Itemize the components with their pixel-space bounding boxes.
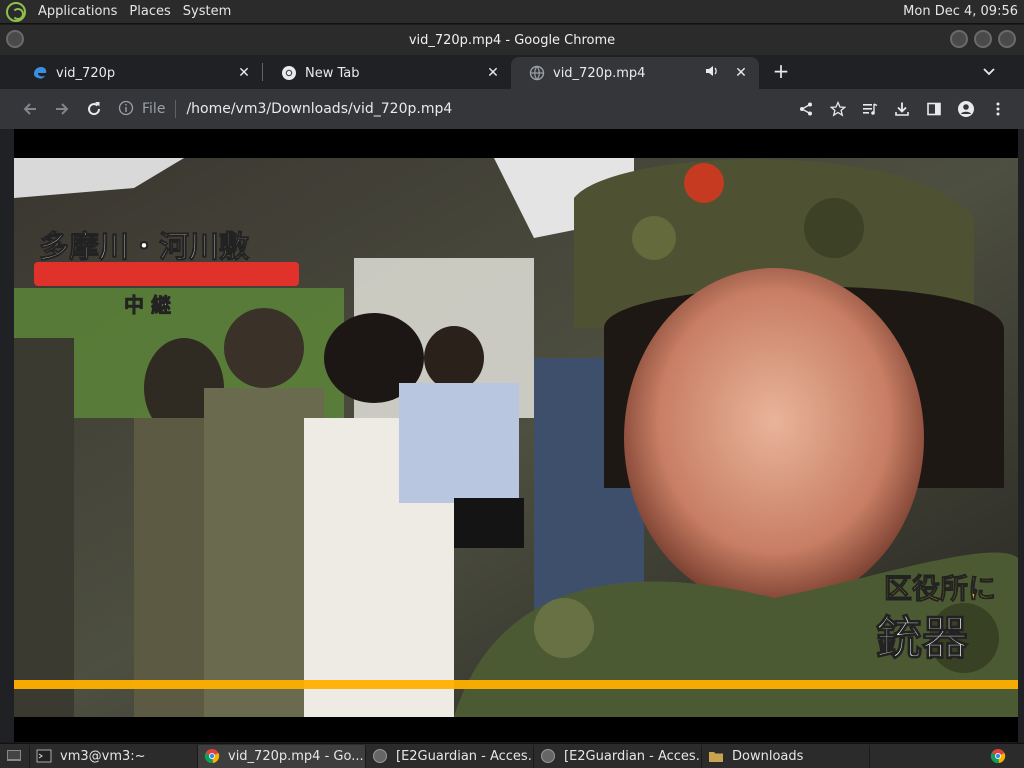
taskbar-item-chrome[interactable]: vid_720p.mp4 - Go... [198, 744, 366, 768]
profile-avatar-icon[interactable] [950, 93, 982, 125]
window-titlebar[interactable]: vid_720p.mp4 - Google Chrome [0, 25, 1024, 55]
video-caption-sub: 中 継 [124, 293, 171, 317]
tab-search-chevron-icon[interactable] [982, 63, 996, 82]
taskbar-item-label: vm3@vm3:~ [60, 748, 146, 764]
back-button[interactable] [14, 93, 46, 125]
show-desktop-button[interactable] [0, 744, 30, 768]
media-controls-icon[interactable] [854, 93, 886, 125]
video-caption-bar [34, 262, 299, 286]
globe-icon [541, 749, 555, 763]
download-icon[interactable] [886, 93, 918, 125]
url-text[interactable]: /home/vm3/Downloads/vid_720p.mp4 [186, 101, 452, 117]
bookmark-star-icon[interactable] [822, 93, 854, 125]
new-tab-button[interactable]: + [767, 58, 795, 86]
chrome-icon [281, 65, 297, 81]
applications-menu[interactable]: Applications [32, 4, 123, 19]
video-shorts [454, 498, 524, 548]
video-orange-stripe [14, 680, 1018, 689]
share-icon[interactable] [790, 93, 822, 125]
toolbar-actions [790, 93, 1014, 125]
tab-title: vid_720p.mp4 [553, 65, 646, 81]
video-camo-spot [534, 598, 594, 658]
video-cap-badge [684, 163, 724, 203]
tab-vid-720p[interactable]: vid_720p ✕ [14, 57, 262, 89]
tab-title: vid_720p [56, 65, 116, 81]
tab-strip: vid_720p ✕ New Tab ✕ vid_720p.mp4 ✕ + [0, 55, 1024, 89]
tab-new-tab[interactable]: New Tab ✕ [263, 57, 511, 89]
video-blue-shirt [399, 383, 519, 503]
video-camo-spot [632, 216, 676, 260]
globe-icon [373, 749, 387, 763]
edge-icon [32, 65, 48, 81]
video-person-head [424, 326, 484, 390]
address-bar[interactable]: File /home/vm3/Downloads/vid_720p.mp4 [118, 94, 790, 124]
taskbar-item-label: [E2Guardian - Acces... [564, 748, 702, 764]
taskbar-item-label: vid_720p.mp4 - Go... [228, 748, 364, 764]
scheme-label: File [142, 101, 166, 117]
system-logo-icon[interactable] [6, 1, 26, 22]
taskbar-item-label: Downloads [732, 748, 804, 764]
tab-vid-720p-mp4[interactable]: vid_720p.mp4 ✕ [511, 57, 759, 89]
video-player[interactable]: 多摩川・河川敷 中 継 区役所に 銃器 [14, 158, 1018, 717]
close-window-button[interactable] [998, 30, 1016, 48]
tray-chrome-button[interactable] [984, 745, 1024, 768]
window-title: vid_720p.mp4 - Google Chrome [408, 32, 616, 48]
reload-button[interactable] [78, 93, 110, 125]
window-controls [950, 30, 1016, 48]
taskbar-item-e2guardian[interactable]: [E2Guardian - Acces... [366, 744, 534, 768]
browser-toolbar: File /home/vm3/Downloads/vid_720p.mp4 [0, 89, 1024, 129]
folder-icon [709, 752, 723, 762]
tab-close-icon[interactable]: ✕ [733, 65, 749, 81]
globe-icon [529, 65, 545, 81]
minimize-button[interactable] [950, 30, 968, 48]
video-face [624, 268, 924, 608]
panel-clock[interactable]: Mon Dec 4, 09:56 [903, 4, 1024, 19]
chrome-icon [204, 749, 220, 764]
side-panel-icon[interactable] [918, 93, 950, 125]
taskbar-item-downloads[interactable]: Downloads [702, 744, 870, 768]
video-soldier-head [224, 308, 304, 388]
info-icon[interactable] [118, 100, 136, 118]
forward-button[interactable] [46, 93, 78, 125]
terminal-icon [36, 749, 52, 763]
system-menu[interactable]: System [177, 4, 237, 19]
video-person-left [14, 338, 74, 717]
desktop-icon [7, 750, 21, 761]
tab-title: New Tab [305, 65, 360, 81]
tab-close-icon[interactable]: ✕ [236, 65, 252, 81]
taskbar-item-e2guardian[interactable]: [E2Guardian - Acces... [534, 744, 702, 768]
window-menu-icon[interactable] [6, 30, 24, 48]
address-divider [175, 100, 177, 118]
taskbar: vm3@vm3:~ vid_720p.mp4 - Go... [E2Guardi… [0, 743, 1024, 768]
maximize-button[interactable] [974, 30, 992, 48]
page-content: 多摩川・河川敷 中 継 区役所に 銃器 [14, 129, 1018, 742]
tab-close-icon[interactable]: ✕ [485, 65, 501, 81]
video-caption-top: 多摩川・河川敷 [39, 230, 250, 265]
chrome-window: vid_720p.mp4 - Google Chrome vid_720p ✕ … [0, 25, 1024, 742]
taskbar-item-terminal[interactable]: vm3@vm3:~ [30, 744, 198, 768]
chrome-icon [990, 749, 1006, 764]
video-camo-spot [804, 198, 864, 258]
speaker-icon[interactable] [705, 64, 721, 82]
kebab-menu-icon[interactable] [982, 93, 1014, 125]
places-menu[interactable]: Places [123, 4, 176, 19]
window-menu-buttons [6, 30, 44, 50]
video-caption-right-1: 区役所に [884, 572, 996, 605]
top-panel: Applications Places System Mon Dec 4, 09… [0, 0, 1024, 24]
taskbar-item-label: [E2Guardian - Acces... [396, 748, 534, 764]
video-caption-right-2: 銃器 [876, 611, 969, 665]
